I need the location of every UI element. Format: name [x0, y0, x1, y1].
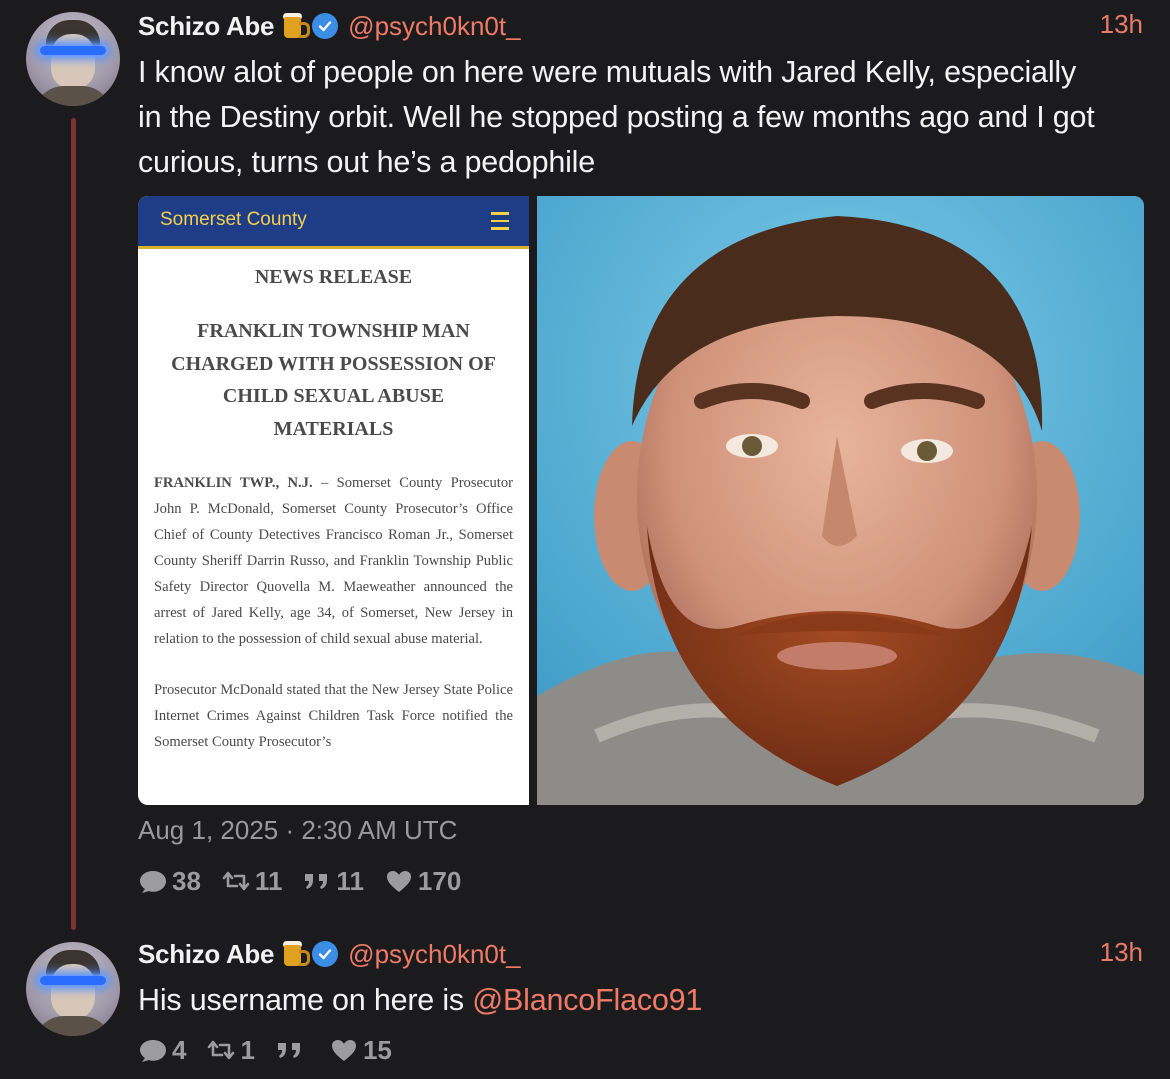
reply-button[interactable]: 4: [138, 1035, 186, 1066]
site-header: Somerset County: [138, 196, 529, 249]
repost-button[interactable]: 1: [206, 1034, 255, 1066]
post-stats: 4 1 15: [138, 1033, 412, 1067]
post-timestamp[interactable]: Aug 1, 2025 · 2:30 AM UTC: [138, 815, 457, 846]
release-dateline: FRANKLIN TWP., N.J.: [154, 475, 313, 491]
verified-badge-icon: [312, 941, 339, 967]
quote-button[interactable]: 11: [302, 866, 364, 897]
verified-badge-icon: [312, 13, 339, 39]
quote-count: 11: [336, 865, 364, 896]
hamburger-menu-icon: [491, 212, 509, 235]
mugshot-photo[interactable]: [537, 196, 1144, 805]
like-count: 170: [417, 865, 462, 896]
author-name[interactable]: Schizo Abe: [138, 11, 274, 42]
like-button[interactable]: 15: [329, 1035, 392, 1066]
post-time[interactable]: 13h: [1100, 9, 1143, 40]
author-handle[interactable]: @psych0kn0t_: [348, 939, 520, 970]
retweet-icon: [208, 1040, 235, 1060]
repost-count: 11: [254, 865, 283, 896]
post-stats: 38 11 11 170: [138, 864, 481, 898]
post-text: I know alot of people on here were mutua…: [138, 55, 1095, 179]
release-headline: FRANKLIN TOWNSHIP MAN CHARGED WITH POSSE…: [171, 320, 496, 440]
quote-button[interactable]: [275, 1037, 309, 1063]
comment-icon: [140, 871, 166, 893]
author-handle[interactable]: @psych0kn0t_: [348, 11, 520, 42]
beer-emoji-icon: [283, 941, 311, 967]
post-header: Schizo Abe @psych0kn0t_: [138, 9, 521, 43]
release-paragraph-1: FRANKLIN TWP., N.J. – Somerset County Pr…: [154, 470, 513, 652]
thread-connector: [71, 118, 76, 930]
author-name[interactable]: Schizo Abe: [138, 939, 274, 970]
release-label: NEWS RELEASE: [254, 266, 413, 288]
mention-link[interactable]: @BlancoFlaco91: [472, 983, 702, 1017]
post-time[interactable]: 13h: [1100, 937, 1143, 968]
post-media[interactable]: Somerset County NEWS RELEASE FRANKLIN TO…: [138, 196, 1144, 805]
mugshot-illustration: [537, 196, 1144, 805]
post-text: His username on here is @BlancoFlaco91: [138, 978, 1098, 1023]
like-button[interactable]: 170: [384, 866, 461, 897]
post-header: Schizo Abe @psych0kn0t_: [138, 937, 521, 971]
like-count: 15: [362, 1034, 392, 1065]
retweet-icon: [222, 871, 250, 891]
release-paragraph-1-body: – Somerset County Prosecutor John P. McD…: [154, 475, 513, 647]
beer-emoji-icon: [283, 13, 311, 39]
author-avatar[interactable]: [26, 12, 120, 106]
comment-icon: [140, 1040, 166, 1062]
repost-count: 1: [240, 1034, 255, 1065]
quote-icon: [277, 1043, 300, 1058]
reply-count: 4: [172, 1034, 187, 1065]
quote-icon: [305, 874, 328, 889]
heart-icon: [331, 1040, 356, 1061]
news-release-image[interactable]: Somerset County NEWS RELEASE FRANKLIN TO…: [138, 196, 529, 805]
post-text-prefix: His username on here is: [138, 983, 473, 1017]
reply-count: 38: [172, 865, 201, 896]
repost-button[interactable]: 11: [221, 865, 283, 897]
reply-button[interactable]: 38: [138, 866, 201, 897]
author-avatar[interactable]: [26, 942, 120, 1036]
site-name: Somerset County: [160, 209, 307, 230]
heart-icon: [386, 871, 411, 892]
release-paragraph-2: Prosecutor McDonald stated that the New …: [154, 682, 513, 750]
